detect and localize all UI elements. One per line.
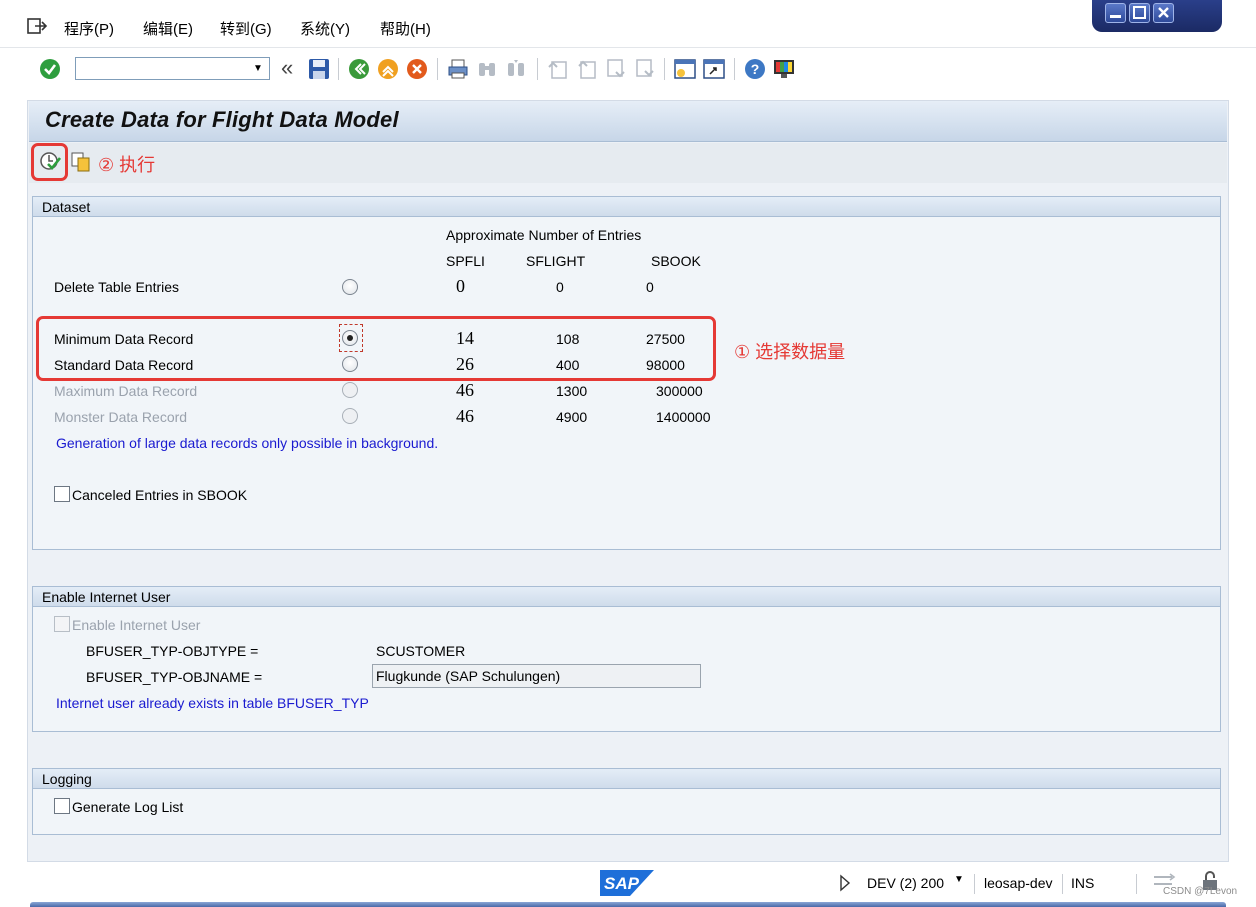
generate-log-list-checkbox[interactable] bbox=[54, 798, 70, 814]
cancel-icon[interactable] bbox=[406, 58, 428, 80]
previous-page-icon[interactable] bbox=[576, 58, 598, 80]
value-sbook: 300000 bbox=[656, 383, 703, 399]
generate-log-list-label: Generate Log List bbox=[72, 799, 184, 815]
radio-delete-entries[interactable] bbox=[342, 279, 358, 295]
find-next-icon[interactable] bbox=[505, 58, 527, 80]
toolbar-separator bbox=[537, 58, 538, 80]
toolbar-separator bbox=[734, 58, 735, 80]
bottom-frame-strip bbox=[30, 902, 1226, 907]
last-page-icon[interactable] bbox=[634, 58, 656, 80]
value-sflight: 4900 bbox=[556, 409, 588, 425]
objname-value: Flugkunde (SAP Schulungen) bbox=[376, 668, 561, 684]
internet-user-group-header: Enable Internet User bbox=[33, 587, 1220, 607]
internet-user-note: Internet user already exists in table BF… bbox=[56, 695, 369, 711]
find-icon[interactable] bbox=[476, 58, 498, 80]
value-spfli: 46 bbox=[456, 380, 474, 400]
save-icon[interactable] bbox=[308, 58, 330, 80]
print-icon[interactable] bbox=[447, 58, 469, 80]
column-header-sbook: SBOOK bbox=[651, 253, 701, 269]
enable-internet-user-label: Enable Internet User bbox=[72, 617, 201, 633]
logging-group: Logging bbox=[32, 768, 1221, 835]
selection-annotation: ① 选择数据量 bbox=[734, 342, 846, 362]
command-field[interactable]: ▼ bbox=[75, 57, 270, 80]
sap-logo-text: SAP bbox=[604, 874, 640, 893]
page-title: Create Data for Flight Data Model bbox=[45, 107, 399, 132]
collapse-command-icon[interactable]: « bbox=[281, 56, 293, 80]
first-page-icon[interactable] bbox=[547, 58, 569, 80]
row-label-delete-entries: Delete Table Entries bbox=[54, 279, 180, 295]
value-sbook: 0 bbox=[646, 279, 654, 295]
server-name: leosap-dev bbox=[984, 875, 1053, 891]
toolbar-separator bbox=[664, 58, 665, 80]
chevron-down-icon[interactable]: ▼ bbox=[248, 59, 268, 78]
objname-label: BFUSER_TYP-OBJNAME = bbox=[86, 669, 263, 685]
dataset-group-header: Dataset bbox=[33, 197, 1220, 217]
objtype-label: BFUSER_TYP-OBJTYPE = bbox=[86, 643, 259, 659]
canceled-entries-checkbox[interactable] bbox=[54, 486, 70, 502]
shortcut-icon[interactable] bbox=[703, 58, 725, 80]
input-mode[interactable]: INS bbox=[1071, 875, 1094, 891]
value-spfli: 0 bbox=[456, 276, 465, 296]
status-separator bbox=[974, 874, 975, 894]
minimize-button[interactable] bbox=[1105, 3, 1126, 23]
svg-text:?: ? bbox=[751, 61, 760, 77]
menu-edit[interactable]: 编辑(E) bbox=[143, 18, 193, 39]
canceled-entries-label: Canceled Entries in SBOOK bbox=[72, 487, 248, 503]
back-icon[interactable] bbox=[348, 58, 370, 80]
new-session-icon[interactable] bbox=[674, 58, 696, 80]
execute-annotation: ② 执行 bbox=[98, 155, 156, 175]
maximize-button[interactable] bbox=[1129, 3, 1150, 23]
menu-program[interactable]: 程序(P) bbox=[64, 18, 114, 39]
objtype-value: SCUSTOMER bbox=[376, 643, 466, 659]
enable-internet-user-checkbox[interactable] bbox=[54, 616, 70, 632]
background-note: Generation of large data records only po… bbox=[56, 435, 439, 451]
menu-goto[interactable]: 转到(G) bbox=[220, 18, 272, 39]
watermark: CSDN @7Levon bbox=[1163, 886, 1238, 897]
close-button[interactable] bbox=[1153, 3, 1174, 23]
value-sbook: 1400000 bbox=[656, 409, 711, 425]
help-icon[interactable]: ? bbox=[744, 58, 766, 80]
next-page-icon[interactable] bbox=[605, 58, 627, 80]
customize-layout-icon[interactable] bbox=[773, 58, 795, 80]
column-header-spfli: SPFLI bbox=[446, 253, 485, 269]
status-expand-icon[interactable] bbox=[838, 874, 852, 892]
column-header-sflight: SFLIGHT bbox=[526, 253, 586, 269]
value-spfli: 46 bbox=[456, 406, 474, 426]
exit-icon[interactable] bbox=[377, 58, 399, 80]
radio-monster-record[interactable] bbox=[342, 408, 358, 424]
objname-field[interactable]: Flugkunde (SAP Schulungen) bbox=[372, 664, 701, 688]
menu-help[interactable]: 帮助(H) bbox=[380, 18, 431, 39]
window-controls bbox=[1092, 0, 1222, 32]
toolbar-separator bbox=[338, 58, 339, 80]
copy-variant-icon[interactable] bbox=[70, 151, 92, 173]
radio-maximum-record[interactable] bbox=[342, 382, 358, 398]
value-sflight: 0 bbox=[556, 279, 564, 295]
logging-group-header: Logging bbox=[33, 769, 1220, 789]
check-icon[interactable] bbox=[39, 58, 61, 80]
sap-logo: SAP bbox=[600, 870, 654, 896]
row-label-monster-record: Monster Data Record bbox=[54, 409, 188, 425]
menu-system[interactable]: 系统(Y) bbox=[300, 18, 350, 39]
execute-highlight bbox=[31, 143, 68, 181]
system-dropdown-icon[interactable]: ▼ bbox=[954, 874, 964, 885]
status-separator bbox=[1136, 874, 1137, 894]
status-separator bbox=[1062, 874, 1063, 894]
application-toolbar bbox=[29, 143, 1227, 183]
value-sflight: 1300 bbox=[556, 383, 588, 399]
entries-caption: Approximate Number of Entries bbox=[446, 227, 642, 243]
toolbar-separator bbox=[437, 58, 438, 80]
row-label-maximum-record: Maximum Data Record bbox=[54, 383, 198, 399]
menu-exit-icon[interactable] bbox=[26, 16, 48, 36]
selection-highlight bbox=[36, 316, 716, 381]
system-info[interactable]: DEV (2) 200 bbox=[867, 875, 944, 891]
